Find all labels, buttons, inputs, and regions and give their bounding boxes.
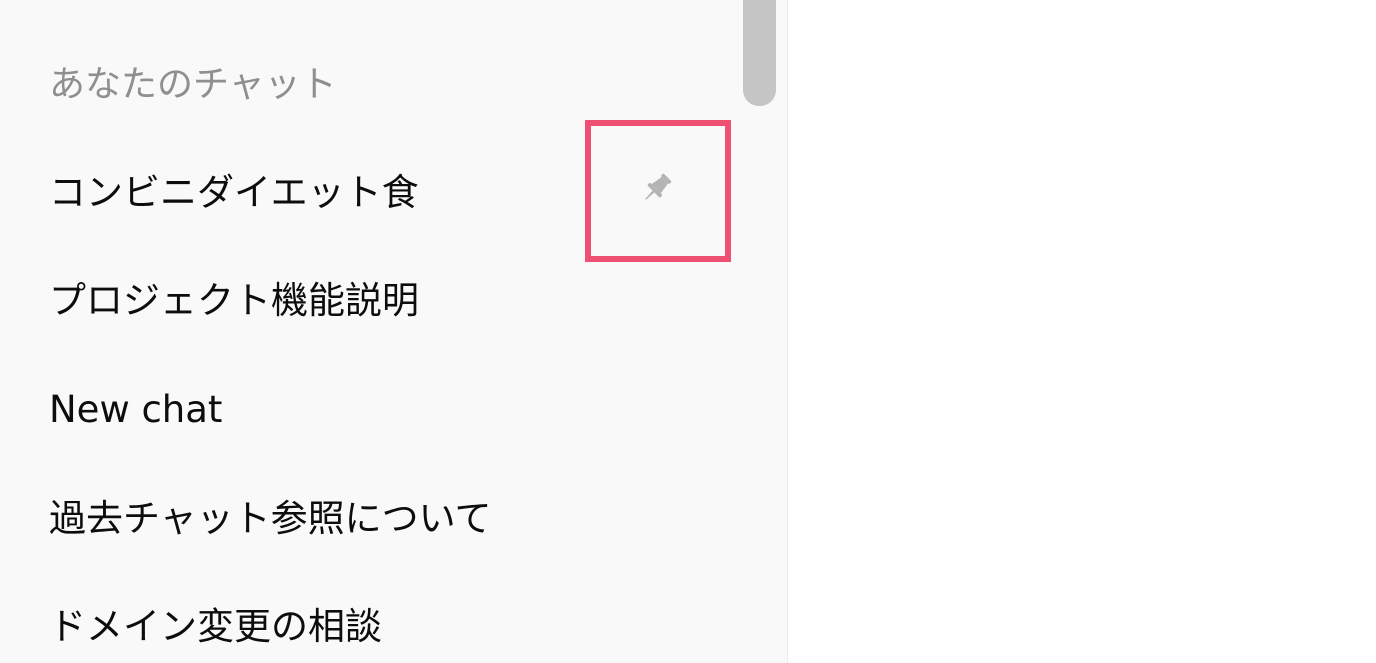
- sidebar: あなたのチャット コンビニダイエット食 プロジェクト機能説明 New chat …: [0, 0, 788, 663]
- chat-item-domain-change[interactable]: ドメイン変更の相談: [0, 573, 740, 663]
- pin-chat-button[interactable]: [631, 162, 683, 214]
- chat-item-label: プロジェクト機能説明: [49, 279, 419, 322]
- main-content-area: [788, 0, 1376, 663]
- chat-history-heading: あなたのチャット: [49, 64, 337, 105]
- chat-item-project-features[interactable]: プロジェクト機能説明: [0, 247, 740, 355]
- pin-icon: [645, 173, 672, 200]
- chat-item-new-chat[interactable]: New chat: [0, 356, 740, 464]
- scrollbar-thumb[interactable]: [743, 0, 776, 106]
- chat-item-label: New chat: [49, 388, 223, 431]
- chat-item-label: コンビニダイエット食: [49, 171, 419, 214]
- chat-item-convenience-diet[interactable]: コンビニダイエット食: [0, 139, 740, 247]
- chat-item-label: 過去チャット参照について: [49, 497, 492, 540]
- chat-item-label: ドメイン変更の相談: [49, 605, 382, 648]
- chat-item-past-chat-reference[interactable]: 過去チャット参照について: [0, 465, 740, 573]
